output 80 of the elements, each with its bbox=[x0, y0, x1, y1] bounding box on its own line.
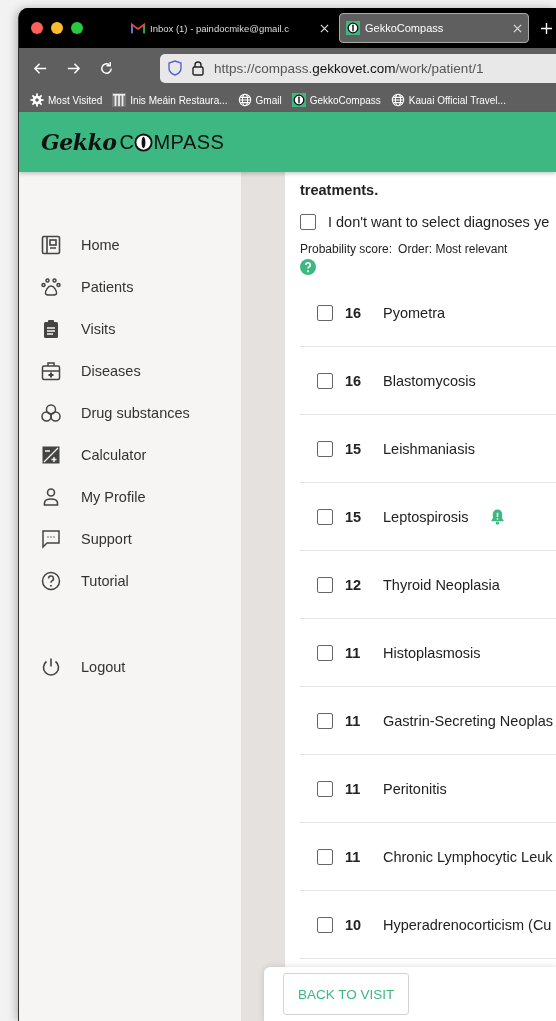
score: 11 bbox=[345, 712, 362, 729]
order-label: Order: Most relevant bbox=[398, 242, 508, 256]
diagnosis-name[interactable]: Blastomycosis bbox=[383, 372, 476, 389]
eye-icon bbox=[346, 21, 360, 35]
diagnosis-name[interactable]: Leishmaniasis bbox=[383, 440, 475, 457]
globe-icon bbox=[237, 93, 252, 107]
score: 11 bbox=[345, 644, 362, 661]
checkbox[interactable] bbox=[317, 712, 333, 729]
minimize-window-button[interactable] bbox=[51, 22, 63, 34]
url-text: https://compass.gekkovet.com/work/patient/1 bbox=[214, 60, 484, 76]
logout-item[interactable]: Logout bbox=[19, 646, 241, 688]
sidebar-item[interactable]: Home bbox=[19, 224, 241, 266]
sidebar-item[interactable]: Visits bbox=[19, 308, 241, 350]
help-icon bbox=[41, 571, 61, 591]
score: 11 bbox=[345, 848, 362, 865]
checkbox[interactable] bbox=[317, 508, 333, 525]
diagnosis-name[interactable]: Pyometra bbox=[383, 304, 446, 321]
newspaper-icon bbox=[41, 235, 61, 255]
power-icon bbox=[41, 657, 61, 677]
close-tab-icon[interactable] bbox=[320, 23, 329, 33]
score: 10 bbox=[345, 916, 363, 933]
diagnosis-name[interactable]: Peritonitis bbox=[383, 780, 447, 797]
sidebar-item[interactable]: My Profile bbox=[19, 476, 241, 518]
checkbox[interactable] bbox=[317, 372, 333, 389]
score: 16 bbox=[345, 304, 363, 321]
mail-icon bbox=[131, 21, 145, 35]
paw-icon bbox=[41, 277, 61, 297]
score: 12 bbox=[345, 576, 363, 593]
clipboard-icon bbox=[41, 319, 61, 339]
diagnosis-name[interactable]: Gastrin-Secreting Neoplas bbox=[383, 712, 554, 729]
checkbox[interactable] bbox=[317, 848, 333, 865]
checkbox[interactable] bbox=[300, 214, 316, 230]
bookmark[interactable]: Most Visited bbox=[30, 93, 103, 107]
diagnosis-name[interactable]: Hyperadrenocorticism (Cu bbox=[383, 916, 552, 933]
gear-icon bbox=[30, 93, 44, 107]
first-aid-kit-icon bbox=[41, 361, 61, 381]
browser-tab[interactable]: GekkoCompass bbox=[339, 13, 529, 43]
sidebar-item[interactable]: Drug substances bbox=[19, 392, 241, 434]
sidebar-item[interactable]: Tutorial bbox=[19, 560, 241, 602]
shield-icon bbox=[168, 60, 182, 76]
sidebar-item[interactable]: Patients bbox=[19, 266, 241, 308]
checkbox[interactable] bbox=[317, 780, 333, 797]
eye-icon bbox=[291, 93, 306, 107]
checkbox[interactable] bbox=[317, 576, 333, 593]
chat-icon bbox=[41, 529, 61, 549]
probability-label: Probability score: bbox=[300, 242, 393, 256]
bookmark[interactable]: Gmail bbox=[237, 93, 282, 107]
checkbox[interactable] bbox=[317, 644, 333, 661]
checkbox[interactable] bbox=[317, 916, 333, 933]
score: 15 bbox=[345, 508, 363, 525]
calculator-icon bbox=[41, 445, 61, 465]
bookmark[interactable]: Kauai Official Travel... bbox=[390, 93, 506, 107]
diagnosis-name[interactable]: Chronic Lymphocytic Leuk bbox=[383, 848, 553, 865]
score: 11 bbox=[345, 780, 362, 797]
score: 15 bbox=[345, 440, 363, 457]
new-tab-icon[interactable] bbox=[541, 22, 552, 34]
checkbox[interactable] bbox=[317, 304, 333, 321]
pills-icon bbox=[41, 403, 61, 423]
close-window-button[interactable] bbox=[31, 22, 43, 34]
diagnosis-name[interactable]: Histoplasmosis bbox=[383, 644, 481, 661]
bookmark[interactable]: GekkoCompass bbox=[291, 93, 381, 107]
reload-icon[interactable] bbox=[99, 60, 114, 76]
pillars-icon bbox=[112, 93, 127, 107]
maximize-window-button[interactable] bbox=[71, 22, 83, 34]
diagnosis-name[interactable]: Thyroid Neoplasia bbox=[383, 576, 500, 593]
browser-tab[interactable]: Inbox (1) - paindocmike@gmail.c bbox=[125, 13, 335, 43]
diagnosis-name[interactable]: Leptospirosis bbox=[383, 508, 469, 525]
sidebar-item[interactable]: Diseases bbox=[19, 350, 241, 392]
address-bar[interactable]: https://compass.gekkovet.com/work/patient/1 bbox=[160, 53, 556, 83]
logo[interactable]: GekkoC MPASS bbox=[41, 129, 225, 155]
checkbox[interactable] bbox=[317, 440, 333, 457]
lock-icon bbox=[192, 60, 204, 76]
sidebar-item[interactable]: Support bbox=[19, 518, 241, 560]
checkbox-label: I don't want to select diagnoses ye bbox=[328, 214, 550, 230]
section-heading: treatments. bbox=[300, 182, 380, 198]
globe-icon bbox=[390, 93, 405, 107]
person-icon bbox=[41, 487, 61, 507]
bookmark[interactable]: Inis Meáin Restaura... bbox=[112, 93, 228, 107]
sidebar-item[interactable]: Calculator bbox=[19, 434, 241, 476]
score: 16 bbox=[345, 372, 363, 389]
